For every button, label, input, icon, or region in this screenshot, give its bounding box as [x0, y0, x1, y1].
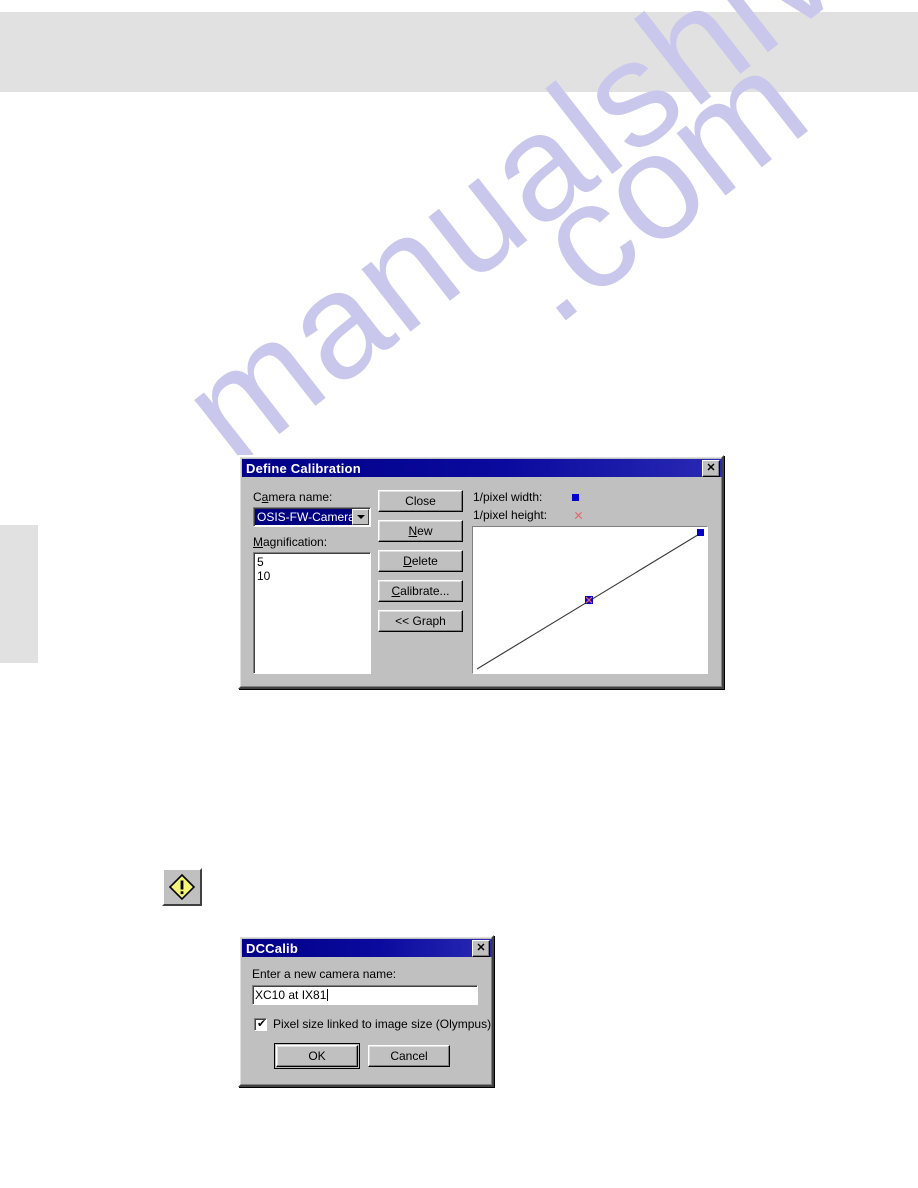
page-header-band [0, 12, 918, 92]
legend-pixel-width-label: 1/pixel width: [473, 490, 543, 504]
chevron-down-icon[interactable] [352, 509, 369, 525]
dccalib-title: DCCalib [246, 940, 298, 956]
magnification-label: Magnification: [253, 535, 328, 549]
pixel-size-linked-checkbox-row[interactable]: ✔ Pixel size linked to image size (Olymp… [254, 1017, 491, 1031]
x-marker-icon [574, 511, 583, 520]
define-calibration-titlebar[interactable]: Define Calibration ✕ [242, 459, 722, 477]
calibration-graph-svg [473, 527, 707, 673]
legend-pixel-height: 1/pixel height: [473, 508, 583, 522]
cancel-button[interactable]: Cancel [368, 1045, 450, 1067]
data-point-marker [697, 529, 704, 536]
pixel-size-linked-label: Pixel size linked to image size (Olympus… [273, 1017, 492, 1031]
square-marker-icon [572, 493, 580, 501]
graph-toggle-button[interactable]: << Graph [378, 610, 463, 632]
list-item[interactable]: 10 [257, 569, 370, 583]
legend-pixel-height-label: 1/pixel height: [473, 508, 548, 522]
graph-toggle-button-label: << Graph [395, 614, 446, 628]
magnification-listbox[interactable]: 5 10 [253, 552, 371, 674]
define-calibration-title: Define Calibration [246, 460, 361, 476]
pixel-size-linked-checkbox[interactable]: ✔ [254, 1017, 267, 1031]
cancel-button-label: Cancel [390, 1049, 428, 1063]
dccalib-titlebar[interactable]: DCCalib ✕ [242, 939, 492, 957]
calibrate-button-label: Calibrate... [391, 584, 450, 598]
camera-name-combobox[interactable]: OSIS-FW-Camera [253, 507, 371, 527]
ok-button-label: OK [308, 1049, 326, 1063]
dccalib-dialog: DCCalib ✕ Enter a new camera name: XC10 … [238, 935, 494, 1087]
close-icon[interactable]: ✕ [472, 939, 490, 957]
camera-name-prompt: Enter a new camera name: [252, 967, 397, 981]
delete-button-label: Delete [403, 554, 438, 568]
caution-icon-button[interactable] [162, 868, 202, 906]
list-item[interactable]: 5 [257, 555, 370, 569]
text-caret [327, 989, 329, 1001]
close-button-label: Close [405, 494, 436, 508]
legend-pixel-width: 1/pixel width: [473, 490, 580, 504]
warning-diamond-icon [168, 873, 196, 901]
camera-name-input[interactable]: XC10 at IX81 [252, 985, 478, 1005]
camera-name-input-value: XC10 at IX81 [255, 988, 327, 1002]
check-icon: ✔ [257, 1017, 267, 1030]
close-icon[interactable]: ✕ [702, 459, 720, 477]
new-button-label: New [408, 524, 433, 538]
calibrate-button[interactable]: Calibrate... [378, 580, 463, 602]
camera-name-label: Camera name: [253, 490, 333, 504]
delete-button[interactable]: Delete [378, 550, 463, 572]
page-side-tab [0, 525, 38, 663]
define-calibration-dialog: Define Calibration ✕ Camera name: OSIS-F… [238, 455, 724, 689]
new-button[interactable]: New [378, 520, 463, 542]
calibration-graph[interactable] [472, 526, 708, 674]
close-button[interactable]: Close [378, 490, 463, 512]
chevron-down-glyph [356, 515, 365, 519]
camera-name-selected-value: OSIS-FW-Camera [255, 509, 353, 525]
ok-button[interactable]: OK [274, 1043, 360, 1069]
